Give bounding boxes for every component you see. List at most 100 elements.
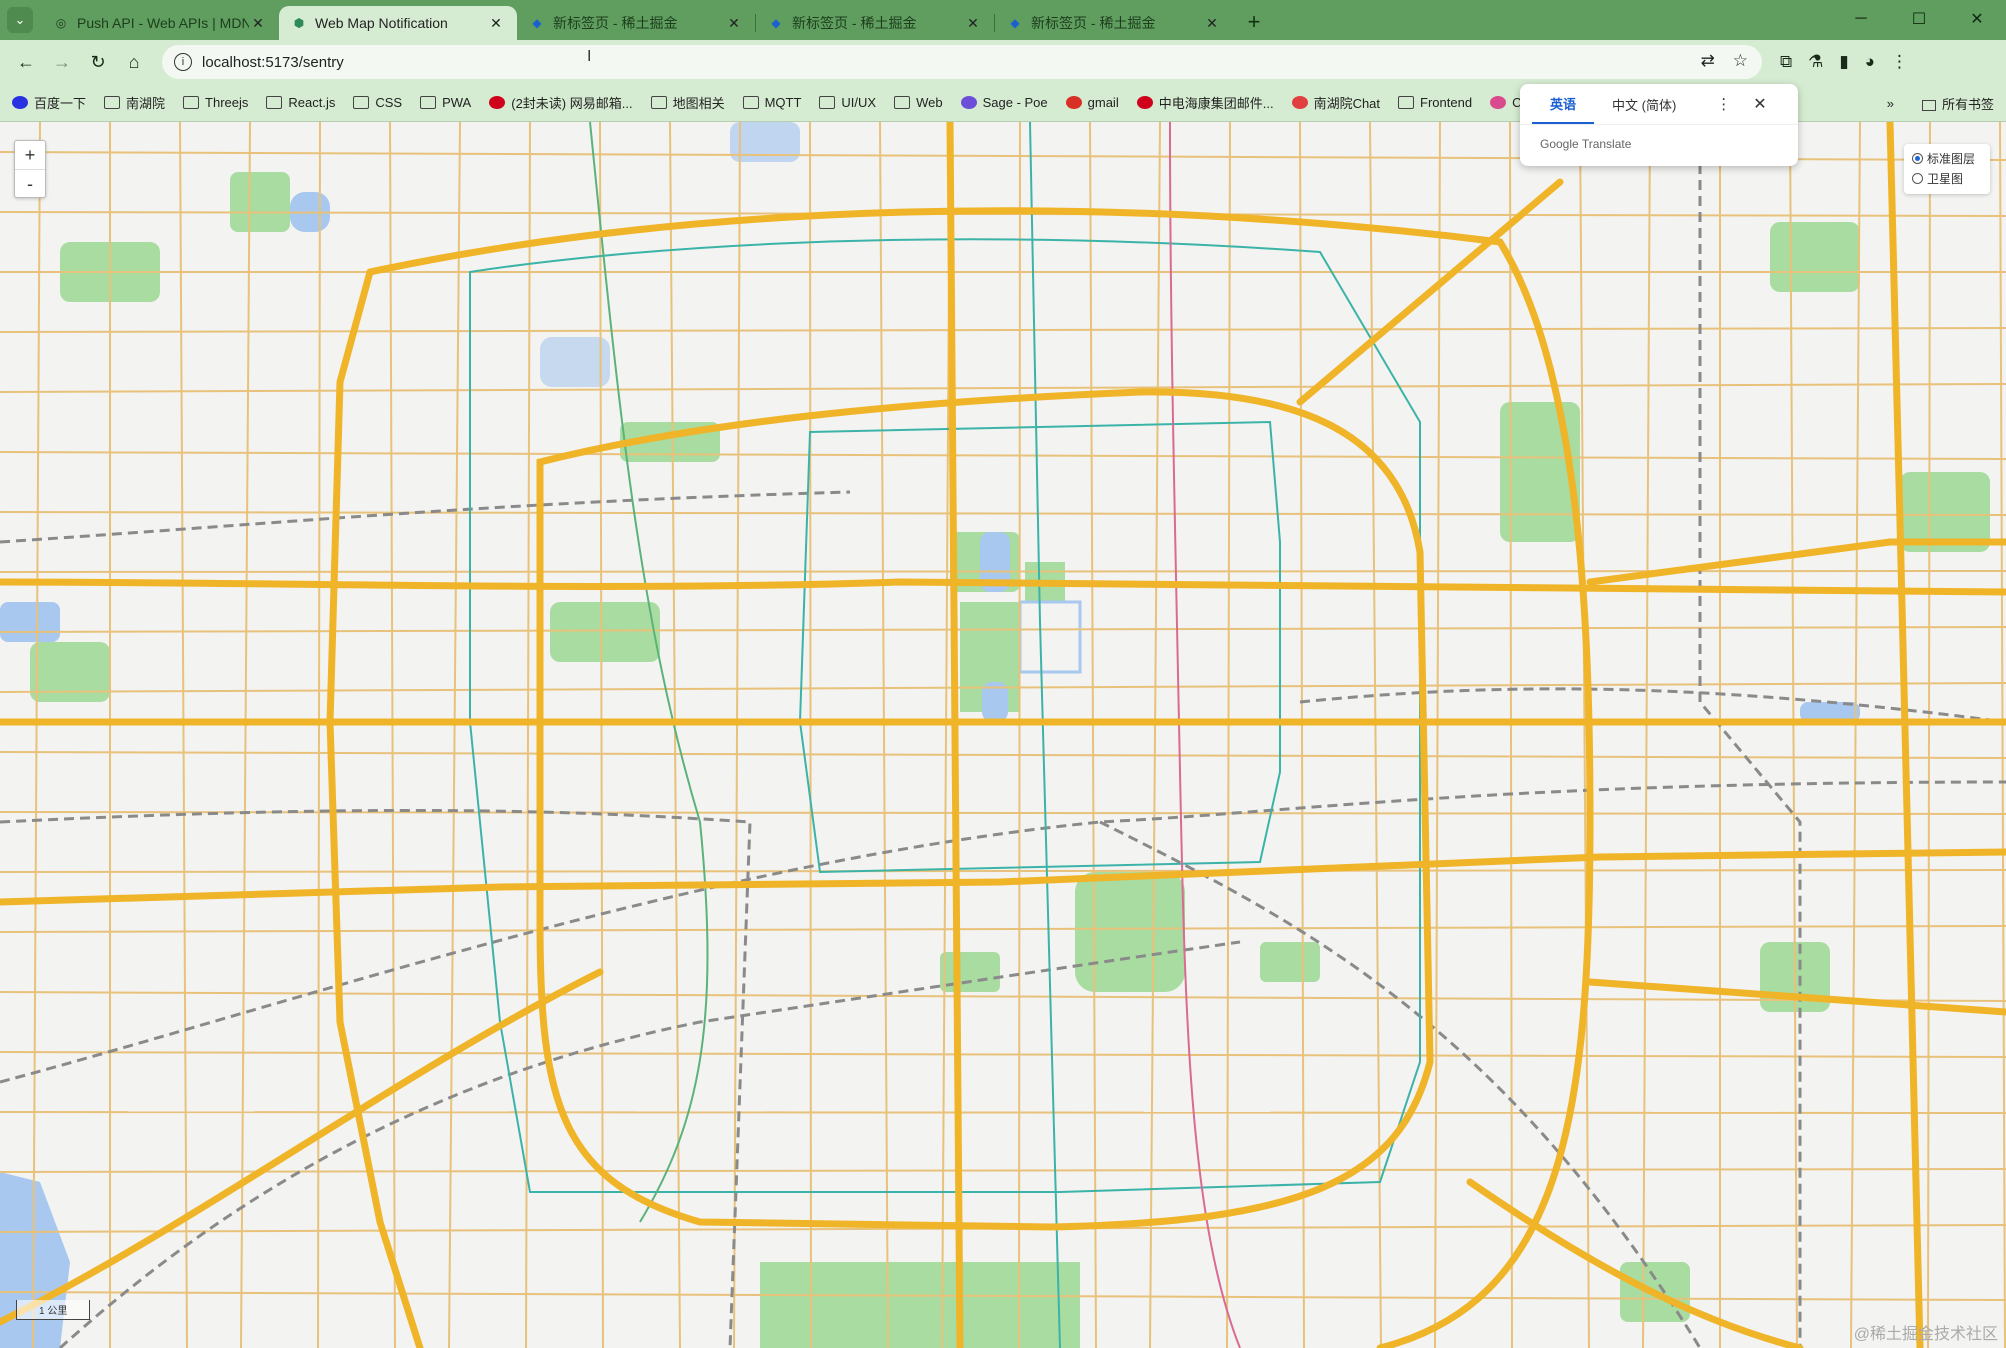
bookmark-item[interactable]: gmail — [1065, 95, 1119, 110]
labs-icon[interactable]: ⚗ — [1808, 52, 1823, 72]
minimize-icon[interactable]: ─ — [1832, 0, 1890, 38]
bookmark-label: 南湖院Chat — [1313, 96, 1381, 111]
close-icon[interactable]: ✕ — [1203, 14, 1221, 32]
target-lang-tab[interactable]: 中文 (简体) — [1594, 84, 1694, 124]
folder-icon — [353, 96, 370, 109]
window-close-icon[interactable]: ✕ — [1948, 0, 2006, 38]
chevron-down-icon: ⌄ — [14, 12, 26, 27]
watermark: @稀土掘金技术社区 — [1853, 1326, 1998, 1343]
translate-icon[interactable]: ⇄ — [1701, 51, 1715, 71]
tab-title: Web Map Notification — [315, 15, 448, 31]
address-url[interactable]: localhost:5173/sentry — [202, 54, 344, 71]
close-icon[interactable]: ✕ — [249, 14, 267, 32]
profile-icon[interactable]: ◕ — [1865, 52, 1875, 72]
tab-title: 新标签页 - 稀土掘金 — [1031, 15, 1156, 31]
mdn-icon: ◎ — [55, 16, 67, 30]
bookmark-item[interactable]: Sage - Poe — [960, 95, 1048, 110]
bookmark-item[interactable]: CSS — [353, 95, 402, 110]
tab-3[interactable]: ◆ 新标签页 - 稀土掘金 ✕ — [756, 6, 994, 40]
layer-label: 标准图层 — [1927, 151, 1976, 166]
gmail-icon — [1065, 96, 1082, 109]
bookmark-item[interactable]: MQTT — [742, 95, 801, 110]
map-canvas[interactable]: + - 标准图层 卫星图 1 公里 @稀土掘金技术社区 — [0, 122, 2006, 1348]
bookmark-item[interactable]: 百度一下 — [12, 93, 86, 112]
extensions-icon[interactable]: ⧉ — [1780, 52, 1792, 72]
bookmark-item[interactable]: 中电海康集团邮件... — [1136, 93, 1274, 112]
bookmark-label: Sage - Poe — [982, 95, 1048, 110]
bookmark-label: 中电海康集团邮件... — [1158, 96, 1274, 111]
bookmark-item[interactable]: Web — [894, 95, 943, 110]
layer-label: 卫星图 — [1927, 171, 1964, 186]
baidu-icon — [12, 96, 28, 109]
layer-option-standard[interactable]: 标准图层 — [1912, 148, 1982, 168]
more-options-icon[interactable]: ⋮ — [1716, 95, 1731, 113]
bookmark-label: 百度一下 — [34, 96, 87, 111]
bookmark-label: Frontend — [1420, 95, 1473, 110]
tab-4[interactable]: ◆ 新标签页 - 稀土掘金 ✕ — [995, 6, 1233, 40]
netease-mail-icon — [489, 96, 506, 109]
chat-icon — [1291, 96, 1308, 109]
source-lang-tab[interactable]: 英语 — [1532, 84, 1595, 124]
window-controls: ─ ☐ ✕ — [1832, 0, 2006, 38]
new-tab-button[interactable]: + — [1239, 7, 1269, 37]
tab-search-button[interactable]: ⌄ — [7, 7, 33, 33]
juejin-icon: ◆ — [1010, 16, 1020, 30]
bookmark-item[interactable]: UI/UX — [819, 95, 876, 110]
address-bar[interactable]: i localhost:5173/sentry ⇄ ☆ — [162, 45, 1762, 79]
bookmark-item[interactable]: Threejs — [183, 95, 248, 110]
zoom-in-button[interactable]: + — [15, 141, 45, 170]
all-bookmarks-button[interactable]: 所有书签 — [1921, 94, 1994, 113]
bookmark-item[interactable]: 地图相关 — [650, 93, 725, 112]
google-translate-brand: Google Translate — [1520, 124, 1798, 163]
tab-0[interactable]: ◎ Push API - Web APIs | MDN ✕ — [41, 6, 279, 40]
bookmark-label: UI/UX — [841, 95, 877, 110]
translate-popup: 英语 中文 (简体) ⋮ ✕ Google Translate — [1520, 84, 1798, 166]
bookmarks-overflow-button[interactable]: » — [1887, 96, 1894, 111]
bookmark-item[interactable]: (2封未读) 网易邮箱... — [489, 93, 633, 112]
bookmark-item[interactable]: 南湖院 — [104, 93, 165, 112]
toolbar: ← → ↻ ⌂ i localhost:5173/sentry ⇄ ☆ ⧉ ⚗ … — [0, 40, 2006, 84]
cetc-icon — [1136, 96, 1153, 109]
minor-roads — [0, 122, 2006, 1348]
side-panel-icon[interactable]: ▮ — [1839, 52, 1848, 72]
tab-2[interactable]: ◆ 新标签页 - 稀土掘金 ✕ — [517, 6, 755, 40]
tab-1[interactable]: ⬢ Web Map Notification ✕ — [279, 6, 517, 40]
bookmark-label: React.js — [288, 95, 336, 110]
home-icon[interactable]: ⌂ — [116, 44, 152, 80]
bookmark-item[interactable]: Frontend — [1398, 95, 1472, 110]
bookmarks-right: » 所有书签 — [1887, 94, 1994, 113]
radio-icon[interactable] — [1912, 172, 1923, 184]
folder-icon — [1921, 100, 1936, 112]
menu-icon[interactable]: ⋮ — [1891, 52, 1908, 72]
layer-option-satellite[interactable]: 卫星图 — [1912, 168, 1982, 188]
close-icon[interactable]: ✕ — [725, 14, 743, 32]
bookmark-item[interactable]: PWA — [420, 95, 471, 110]
maximize-icon[interactable]: ☐ — [1890, 0, 1948, 38]
site-info-icon[interactable]: i — [174, 53, 192, 71]
folder-icon — [183, 96, 200, 109]
reload-icon[interactable]: ↻ — [80, 44, 116, 80]
juejin-icon: ◆ — [532, 16, 542, 30]
back-icon[interactable]: ← — [8, 44, 44, 80]
folder-icon — [819, 96, 836, 109]
folder-icon — [420, 96, 437, 109]
folder-icon — [650, 96, 667, 109]
close-icon[interactable]: ✕ — [964, 14, 982, 32]
tab-strip: ⌄ ◎ Push API - Web APIs | MDN ✕ ⬢ Web Ma… — [0, 0, 2006, 40]
star-icon[interactable]: ☆ — [1733, 51, 1748, 71]
close-icon[interactable]: ✕ — [487, 14, 505, 32]
tab-title: Push API - Web APIs | MDN — [77, 15, 249, 31]
zoom-control: + - — [14, 140, 46, 198]
close-icon[interactable]: ✕ — [1753, 94, 1766, 114]
folder-icon — [894, 96, 911, 109]
bookmark-item[interactable]: 南湖院Chat — [1291, 93, 1381, 112]
bookmark-label: Web — [916, 95, 943, 110]
radio-selected-icon[interactable] — [1912, 152, 1923, 164]
bookmark-label: CSS — [375, 95, 403, 110]
map-svg — [0, 122, 2006, 1348]
bookmark-label: gmail — [1087, 95, 1119, 110]
zoom-out-button[interactable]: - — [15, 170, 45, 199]
bookmark-item[interactable]: React.js — [266, 95, 335, 110]
forward-icon[interactable]: → — [44, 44, 80, 80]
folder-icon — [1398, 96, 1415, 109]
